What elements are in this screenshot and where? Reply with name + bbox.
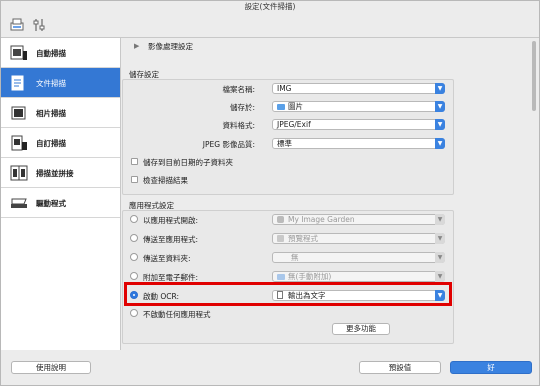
jpeg-quality-value: 標準 xyxy=(277,139,292,148)
document-scan-icon xyxy=(10,75,28,91)
scan-stitch-icon xyxy=(10,165,28,181)
sidebar-item-document-scan[interactable]: 文件掃描 xyxy=(1,68,120,98)
send-to-folder-label: 傳送至資料夾: xyxy=(143,254,191,263)
send-to-app-select[interactable]: 預覽程式 ▼ xyxy=(272,233,445,244)
ok-button[interactable]: 好 xyxy=(450,361,532,374)
data-format-value: JPEG/Exif xyxy=(277,120,311,129)
open-with-app-select[interactable]: My Image Garden ▼ xyxy=(272,214,445,225)
sidebar-item-label: 文件掃描 xyxy=(36,79,66,88)
toolbar xyxy=(1,12,539,38)
settings-window: 設定(文件掃描) 自動掃描 文件掃描 相片掃描 自訂掃描 掃描並拼接 驅動程式 … xyxy=(0,0,540,386)
scan-settings-icon[interactable] xyxy=(9,17,25,33)
file-name-label: 檔案名稱: xyxy=(222,85,255,94)
app-icon xyxy=(277,216,284,223)
chevron-down-icon[interactable]: ▼ xyxy=(435,119,445,130)
radio-attach-email[interactable] xyxy=(130,272,138,280)
chevron-down-icon[interactable]: ▼ xyxy=(435,214,445,225)
preview-app-icon xyxy=(277,235,284,242)
custom-scan-icon xyxy=(10,135,28,151)
sidebar-item-scan-stitch[interactable]: 掃描並拼接 xyxy=(1,158,120,188)
scrollbar[interactable] xyxy=(532,41,536,111)
driver-icon xyxy=(10,195,28,211)
folder-icon xyxy=(277,274,285,280)
chevron-down-icon[interactable]: ▼ xyxy=(435,138,445,149)
check-results-checkbox[interactable] xyxy=(131,176,138,183)
jpeg-quality-select[interactable]: 標準 ▼ xyxy=(272,138,445,149)
subfolder-checkbox[interactable] xyxy=(131,158,138,165)
sidebar-item-custom-scan[interactable]: 自訂掃描 xyxy=(1,128,120,158)
radio-open-with-app[interactable] xyxy=(130,215,138,223)
chevron-down-icon[interactable]: ▼ xyxy=(435,233,445,244)
sidebar-item-label: 驅動程式 xyxy=(36,199,66,208)
auto-scan-icon xyxy=(10,45,28,61)
photo-scan-icon xyxy=(10,105,28,121)
attach-email-value: 無(手動附加) xyxy=(288,272,332,281)
subfolder-label: 儲存到目前日期的子資料夾 xyxy=(143,158,233,167)
chevron-down-icon[interactable]: ▼ xyxy=(435,252,445,263)
open-with-app-label: 以應用程式開啟: xyxy=(143,216,199,225)
radio-send-to-app[interactable] xyxy=(130,234,138,242)
data-format-label: 資料格式: xyxy=(222,121,255,130)
check-results-label: 檢查掃描結果 xyxy=(143,176,188,185)
jpeg-quality-label: JPEG 影像品質: xyxy=(202,140,255,149)
send-to-app-value: 預覽程式 xyxy=(288,234,318,243)
send-to-folder-value: 無 xyxy=(291,253,299,262)
radio-send-to-folder[interactable] xyxy=(130,253,138,261)
no-app-label: 不啟動任何應用程式 xyxy=(143,310,211,319)
chevron-right-icon[interactable]: ▶ xyxy=(134,42,139,50)
send-to-folder-select[interactable]: 無 ▼ xyxy=(272,252,445,263)
chevron-down-icon[interactable]: ▼ xyxy=(435,83,445,94)
save-in-select[interactable]: 圖片 ▼ xyxy=(272,101,445,112)
help-button[interactable]: 使用說明 xyxy=(11,361,91,374)
save-in-value: 圖片 xyxy=(288,102,303,111)
sidebar-item-label: 相片掃描 xyxy=(36,109,66,118)
chevron-down-icon[interactable]: ▼ xyxy=(435,101,445,112)
folder-icon xyxy=(277,104,285,110)
open-with-app-value: My Image Garden xyxy=(288,215,355,224)
image-processing-toggle[interactable]: 影像處理設定 xyxy=(148,41,193,52)
file-name-value: IMG xyxy=(277,84,292,93)
sidebar-item-photo-scan[interactable]: 相片掃描 xyxy=(1,98,120,128)
general-settings-icon[interactable] xyxy=(31,17,47,33)
sidebar: 自動掃描 文件掃描 相片掃描 自訂掃描 掃描並拼接 驅動程式 xyxy=(1,38,121,350)
sidebar-item-label: 自動掃描 xyxy=(36,49,66,58)
radio-no-app[interactable] xyxy=(130,309,138,317)
more-functions-button[interactable]: 更多功能 xyxy=(332,323,390,335)
file-name-field[interactable]: IMG ▼ xyxy=(272,83,445,94)
sidebar-item-auto-scan[interactable]: 自動掃描 xyxy=(1,38,120,68)
window-title: 設定(文件掃描) xyxy=(244,2,296,11)
ocr-highlight-box xyxy=(124,282,452,306)
data-format-select[interactable]: JPEG/Exif ▼ xyxy=(272,119,445,130)
sidebar-item-label: 掃描並拼接 xyxy=(36,169,74,178)
save-in-label: 儲存於: xyxy=(229,103,255,112)
chevron-down-icon[interactable]: ▼ xyxy=(435,271,445,282)
send-to-app-label: 傳送至應用程式: xyxy=(143,235,199,244)
attach-email-select[interactable]: 無(手動附加) ▼ xyxy=(272,271,445,282)
defaults-button[interactable]: 預設值 xyxy=(359,361,441,374)
sidebar-item-driver[interactable]: 驅動程式 xyxy=(1,188,120,218)
sidebar-item-label: 自訂掃描 xyxy=(36,139,66,148)
